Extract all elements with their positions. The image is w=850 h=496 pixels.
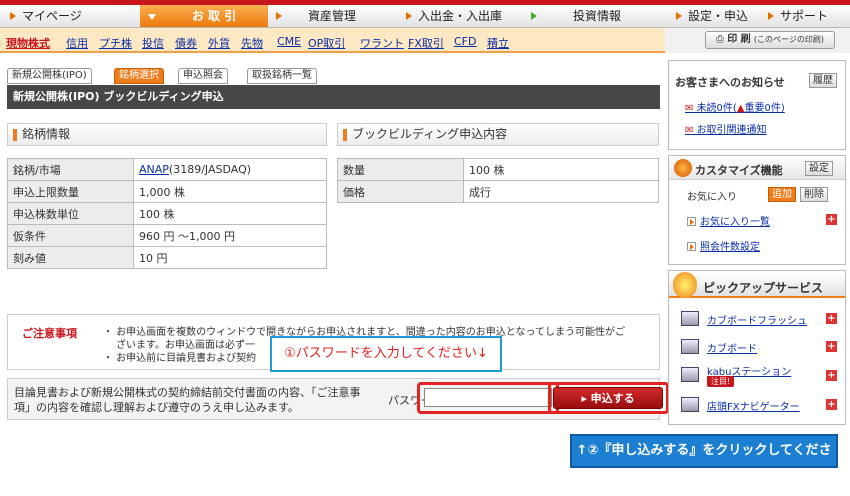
print-bar: ⎙ 印 刷 (このページの印刷) [665, 28, 850, 53]
subnav-fund[interactable]: 投信 [142, 35, 164, 51]
stock-info-table: 銘柄/市場 ANAP(3189/JASDAQ) 申込上限数量 1,000 株 申込株… [7, 158, 327, 269]
plus-icon[interactable]: + [826, 370, 837, 381]
arrow-icon [687, 242, 696, 251]
nav-mypage[interactable]: マイページ [2, 5, 140, 27]
mail-icon: ✉ [685, 125, 697, 136]
arrow-right-icon: ▸ [581, 392, 591, 405]
product-subnav: 現物株式 信用 プチ株 投信 債券 外貨 先物 CME OP取引 ワラント FX… [0, 28, 665, 53]
table-row: 申込株数単位 100 株 [7, 202, 327, 225]
subnav-bond[interactable]: 債券 [175, 35, 197, 51]
notice-box: お客さまへのお知らせ 履歴 ✉ 未読0件(▲重要0件) ✉ お取引関連通知 [668, 60, 846, 150]
stock-link[interactable]: ANAP [139, 163, 169, 176]
section-stock-info: 銘柄情報 [7, 123, 327, 146]
main-content: 新規公開株(IPO) 銘柄選択 申込照会 取扱銘柄一覧 新規公開株(IPO) ブ… [2, 60, 669, 428]
step2-callout: ↑②『申し込みする』をクリックしてください [570, 434, 838, 488]
delete-favorite-button[interactable]: 削除 [800, 187, 828, 202]
table-row: 数量 100 株 [337, 158, 659, 181]
plus-icon[interactable]: + [826, 214, 837, 225]
printer-icon: ⎙ [716, 34, 728, 45]
table-row: 銘柄/市場 ANAP(3189/JASDAQ) [7, 158, 327, 181]
bulb-icon [673, 272, 697, 298]
plus-icon[interactable]: + [826, 341, 837, 352]
pickup-box: ピックアップサービス カブボードフラッシュ + カブボード + kabuステーシ… [668, 270, 846, 425]
service-link[interactable]: カブボードフラッシュ [707, 312, 807, 327]
subnav-forex[interactable]: 外貨 [208, 35, 230, 51]
service-icon [681, 339, 699, 354]
tab-select-stock[interactable]: 銘柄選択 [114, 68, 164, 84]
unread-link[interactable]: ✉ 未読0件(▲重要0件) [685, 99, 785, 114]
nav-invest-info[interactable]: 投資情報 [523, 5, 668, 27]
table-row: 仮条件 960 円 ～1,000 円 [7, 224, 327, 247]
table-row: 刻み値 10 円 [7, 246, 327, 269]
plus-icon[interactable]: + [826, 313, 837, 324]
subnav-cme[interactable]: CME [277, 35, 301, 48]
trade-notice-link[interactable]: ✉ お取引関連通知 [685, 121, 767, 136]
customize-box: カスタマイズ機能 設定 お気に入り 追加 削除 お気に入り一覧 + 照会件数設定 [668, 155, 846, 265]
subnav-option[interactable]: OP取引 [308, 35, 345, 51]
step1-callout: ①パスワードを入力してください↓ [270, 336, 502, 372]
print-button[interactable]: ⎙ 印 刷 (このページの印刷) [705, 31, 835, 49]
global-nav: マイページ お 取 引 資産管理 入出金・入出庫 投資情報 設定・申込 サポート [0, 0, 850, 28]
service-link[interactable]: カブボード [707, 340, 757, 355]
subnav-stock[interactable]: 現物株式 [6, 35, 50, 51]
service-icon [681, 311, 699, 326]
agreement-text: 目論見書および新規公開株式の契約締結前交付書面の内容、「ご注意事項」の内容を確認… [14, 386, 361, 414]
arrow-icon [687, 217, 696, 226]
submit-button[interactable]: ▸ 申込する [553, 387, 663, 409]
nav-deposit[interactable]: 入出金・入出庫 [398, 5, 523, 27]
subnav-futures[interactable]: 先物 [241, 35, 263, 51]
favorites-list-link[interactable]: お気に入り一覧 [687, 213, 770, 228]
plus-icon[interactable]: + [826, 399, 837, 410]
password-input[interactable] [424, 388, 552, 407]
tab-ipo[interactable]: 新規公開株(IPO) [7, 68, 92, 84]
caution-heading: ご注意事項 [22, 327, 77, 340]
count-settings-link[interactable]: 照会件数設定 [687, 238, 760, 253]
subnav-accum[interactable]: 積立 [487, 35, 509, 51]
featured-badge: 注目! [707, 376, 735, 387]
subnav-warrant[interactable]: ワラント [360, 35, 404, 51]
customize-settings-button[interactable]: 設定 [805, 161, 833, 176]
service-link[interactable]: 店頭FXナビゲーター [707, 398, 800, 413]
sidebar: お客さまへのお知らせ 履歴 ✉ 未読0件(▲重要0件) ✉ お取引関連通知 カス… [668, 60, 846, 425]
gear-icon [674, 159, 692, 177]
history-button[interactable]: 履歴 [809, 73, 837, 88]
service-icon [681, 367, 699, 382]
add-favorite-button[interactable]: 追加 [768, 187, 796, 202]
nav-trade[interactable]: お 取 引 [140, 5, 268, 27]
table-row: 申込上限数量 1,000 株 [7, 180, 327, 203]
subnav-cfd[interactable]: CFD [454, 35, 476, 48]
subnav-margin[interactable]: 信用 [66, 35, 88, 51]
notice-title: お客さまへのお知らせ [675, 76, 785, 89]
table-row: 価格 成行 [337, 180, 659, 203]
nav-settings[interactable]: 設定・申込 [668, 5, 760, 27]
mail-icon: ✉ [685, 103, 697, 114]
section-bb-details: ブックビルディング申込内容 [337, 123, 659, 146]
nav-support[interactable]: サポート [760, 5, 850, 27]
tab-inquiry[interactable]: 申込照会 [178, 68, 228, 84]
tab-stock-list[interactable]: 取扱銘柄一覧 [247, 68, 317, 84]
warning-icon: ▲ [736, 103, 745, 114]
subnav-fx[interactable]: FX取引 [408, 35, 444, 51]
page-title: 新規公開株(IPO) ブックビルディング申込 [7, 85, 660, 109]
bb-details-table: 数量 100 株 価格 成行 [337, 158, 659, 203]
order-form: 目論見書および新規公開株式の契約締結前交付書面の内容、「ご注意事項」の内容を確認… [7, 378, 669, 420]
subnav-petit[interactable]: プチ株 [99, 35, 132, 51]
nav-assets[interactable]: 資産管理 [268, 5, 398, 27]
service-icon [681, 397, 699, 412]
